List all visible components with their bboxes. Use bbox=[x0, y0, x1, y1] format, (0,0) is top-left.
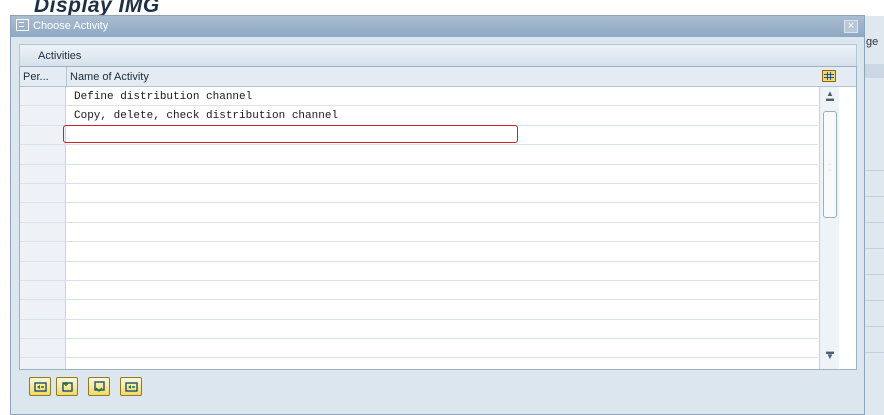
row-per-cell bbox=[20, 106, 66, 125]
row-per-cell bbox=[20, 319, 66, 339]
row-per-cell bbox=[20, 339, 66, 358]
row-per-cell bbox=[20, 242, 66, 261]
grip-icon: ∙∙ ∙∙ bbox=[828, 161, 832, 174]
row-per-cell bbox=[20, 280, 66, 300]
table-row[interactable] bbox=[20, 261, 818, 281]
close-button[interactable]: × bbox=[844, 20, 858, 33]
table-row[interactable] bbox=[20, 319, 818, 340]
background-row-line bbox=[865, 222, 884, 223]
table-row[interactable] bbox=[20, 280, 818, 301]
activities-tab[interactable]: Activities bbox=[19, 44, 857, 66]
selected-row-highlight bbox=[63, 125, 518, 143]
continue-button[interactable] bbox=[29, 377, 51, 396]
table-row[interactable] bbox=[20, 164, 818, 184]
table-header: Per... Name of Activity bbox=[20, 67, 856, 87]
dialog-titlebar[interactable]: Choose Activity × bbox=[11, 16, 864, 37]
table-row[interactable] bbox=[20, 358, 818, 369]
activities-table: Per... Name of Activity Define distribut… bbox=[19, 66, 857, 370]
column-header-per[interactable]: Per... bbox=[23, 71, 49, 83]
table-row[interactable] bbox=[20, 183, 818, 204]
new-entry-icon bbox=[62, 382, 73, 392]
table-row[interactable] bbox=[20, 339, 818, 359]
column-divider bbox=[66, 67, 67, 86]
table-row[interactable]: Define distribution channel bbox=[20, 87, 818, 107]
table-row[interactable] bbox=[20, 203, 818, 223]
row-per-cell bbox=[20, 164, 66, 183]
background-row-line bbox=[865, 326, 884, 327]
background-window-band bbox=[865, 64, 884, 78]
background-row-line bbox=[865, 248, 884, 249]
row-per-cell bbox=[20, 125, 66, 145]
row-per-cell bbox=[20, 203, 66, 222]
row-per-cell bbox=[20, 222, 66, 242]
table-row[interactable] bbox=[20, 300, 818, 320]
table-row[interactable] bbox=[20, 242, 818, 262]
column-header-name[interactable]: Name of Activity bbox=[70, 71, 149, 83]
background-row-line bbox=[865, 274, 884, 275]
background-row-line bbox=[865, 300, 884, 301]
scroll-up-icon[interactable]: ▲ ▬ bbox=[825, 90, 835, 103]
vertical-scrollbar[interactable]: ▲ ▬ ∙∙ ∙∙ ▬ ▼ bbox=[819, 87, 839, 369]
row-per-cell bbox=[20, 358, 66, 369]
background-row-line bbox=[865, 352, 884, 353]
scrollbar-thumb[interactable]: ∙∙ ∙∙ bbox=[823, 111, 837, 218]
table-settings-icon[interactable] bbox=[822, 70, 836, 82]
row-per-cell bbox=[20, 145, 66, 164]
cancel-button[interactable] bbox=[120, 377, 142, 396]
table-row[interactable] bbox=[20, 145, 818, 165]
dialog-window-icon bbox=[16, 19, 29, 31]
activity-name-cell: Define distribution channel bbox=[74, 91, 253, 103]
activities-tab-label: Activities bbox=[38, 50, 82, 62]
table-row[interactable]: Copy, delete, check distribution channel bbox=[20, 106, 818, 126]
continue-icon bbox=[34, 382, 47, 392]
row-per-cell bbox=[20, 183, 66, 203]
background-row-line bbox=[865, 170, 884, 171]
cancel-icon bbox=[125, 382, 138, 392]
copy-button[interactable] bbox=[88, 377, 110, 396]
scroll-down-icon[interactable]: ▬ ▼ bbox=[825, 348, 835, 361]
dialog-title: Choose Activity bbox=[33, 20, 109, 32]
background-window-text: ge bbox=[866, 36, 879, 48]
row-per-cell bbox=[20, 261, 66, 280]
table-row[interactable] bbox=[20, 222, 818, 243]
background-row-line bbox=[865, 196, 884, 197]
choose-activity-dialog: Choose Activity × Activities Per... Name… bbox=[10, 15, 865, 415]
row-per-cell bbox=[20, 87, 66, 106]
copy-icon bbox=[94, 381, 105, 392]
row-per-cell bbox=[20, 300, 66, 319]
activity-name-cell: Copy, delete, check distribution channel bbox=[74, 110, 339, 123]
new-entry-button[interactable] bbox=[56, 377, 78, 396]
